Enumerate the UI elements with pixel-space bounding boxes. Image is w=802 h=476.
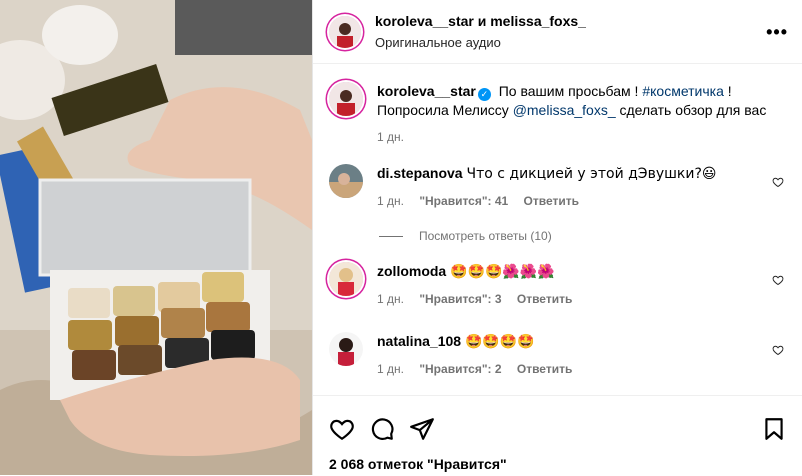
view-replies-label: Посмотреть ответы (10) [419,229,552,243]
comment-text: 🤩🤩🤩🌺🌺🌺 [450,264,555,280]
reply-button[interactable]: Ответить [517,362,572,376]
verified-icon: ✓ [477,88,491,101]
bookmark-icon[interactable] [761,416,787,442]
commenter-avatar[interactable] [329,332,363,366]
post-header: koroleva__star и melissa_foxs_ Оригиналь… [313,0,802,64]
comment-text: Что с дикцией у этой дЭвушки?😃 [466,166,717,182]
caption-hashtag[interactable]: #косметичка [642,83,724,99]
caption: koroleva__star ✓ По вашим просьбам ! #кос… [329,82,786,147]
post-details-panel: koroleva__star и melissa_foxs_ Оригиналь… [312,0,802,475]
header-usernames[interactable]: koroleva__star и melissa_foxs_ [375,13,586,30]
comment-username[interactable]: zollomoda [377,263,446,279]
action-bar: 2 068 отметок "Нравится" [313,395,802,476]
comment-row: natalina_108 🤩🤩🤩🤩 1 дн. "Нравится": 2 От… [329,332,786,379]
caption-avatar[interactable] [329,82,363,116]
comment-row: di.stepanova Что с дикцией у этой дЭвушк… [329,164,786,211]
caption-text-c: сделать обзор для вас [619,102,767,118]
more-icon[interactable]: ••• [766,22,788,43]
comment-time[interactable]: 1 дн. [377,362,404,376]
heart-icon[interactable] [772,344,784,356]
post-image[interactable] [0,0,312,475]
commenter-avatar[interactable] [329,262,363,296]
commenter-avatar[interactable] [329,164,363,198]
view-replies-button[interactable]: Посмотреть ответы (10) [379,229,552,243]
caption-text-a: По вашим просьбам ! [498,83,639,99]
heart-icon[interactable] [329,416,355,442]
comment-time[interactable]: 1 дн. [377,292,404,306]
reply-button[interactable]: Ответить [524,194,579,208]
comment-username[interactable]: natalina_108 [377,333,461,349]
replies-divider [379,235,403,237]
palette-photo [0,0,312,475]
caption-time[interactable]: 1 дн. [377,130,404,144]
author-avatar[interactable] [329,15,361,48]
heart-icon[interactable] [772,274,784,286]
likes-count[interactable]: 2 068 отметок "Нравится" [329,456,507,472]
comments-list: koroleva__star ✓ По вашим просьбам ! #кос… [313,64,802,395]
comment-icon[interactable] [369,416,395,442]
comment-likes[interactable]: "Нравится": 3 [419,292,501,306]
caption-mention[interactable]: @melissa_foxs_ [513,102,616,118]
comment-likes[interactable]: "Нравится": 41 [419,194,508,208]
share-icon[interactable] [409,416,435,442]
caption-username[interactable]: koroleva__star [377,83,476,99]
heart-icon[interactable] [772,176,784,188]
audio-label[interactable]: Оригинальное аудио [375,34,586,51]
reply-button[interactable]: Ответить [517,292,572,306]
comment-row: zollomoda 🤩🤩🤩🌺🌺🌺 1 дн. "Нравится": 3 Отв… [329,262,786,309]
comment-likes[interactable]: "Нравится": 2 [419,362,501,376]
comment-username[interactable]: di.stepanova [377,165,463,181]
comment-time[interactable]: 1 дн. [377,194,404,208]
comment-text: 🤩🤩🤩🤩 [464,334,535,350]
